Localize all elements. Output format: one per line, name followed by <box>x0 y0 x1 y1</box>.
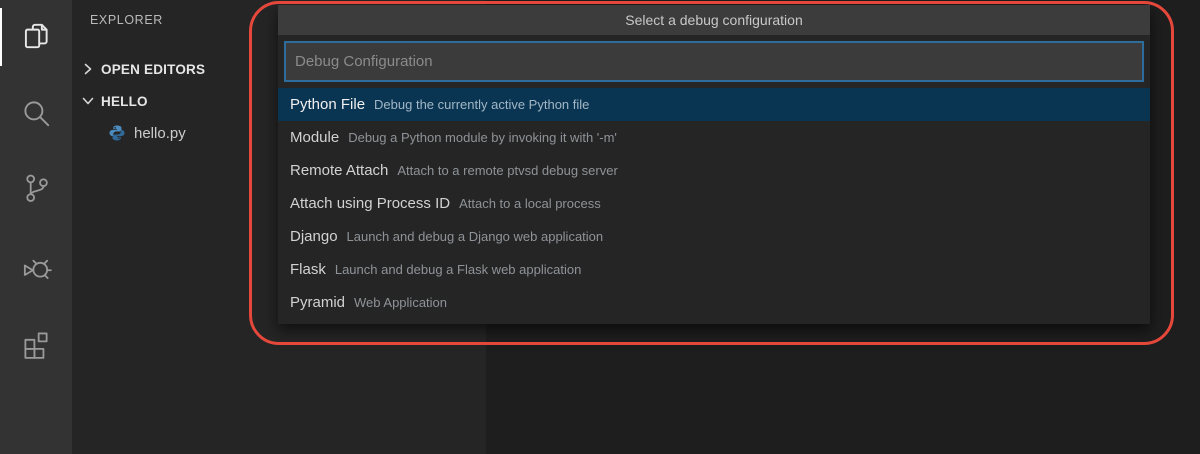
item-description: Debug a Python module by invoking it wit… <box>348 130 617 145</box>
section-label: HELLO <box>101 93 148 109</box>
item-label: Python File <box>290 96 366 113</box>
item-description: Attach to a remote ptvsd debug server <box>397 163 618 178</box>
quick-pick-item[interactable]: Django Launch and debug a Django web app… <box>278 220 1150 253</box>
quick-pick-title: Select a debug configuration <box>278 5 1150 35</box>
sidebar-title: EXPLORER <box>90 13 163 27</box>
item-description: Web Application <box>354 295 448 310</box>
item-description: Launch and debug a Django web applicatio… <box>346 229 604 244</box>
activity-bar <box>0 0 72 454</box>
item-label: Flask <box>290 261 326 278</box>
activity-bar-item-search[interactable] <box>0 77 72 149</box>
item-description: Debug the currently active Python file <box>374 97 590 112</box>
source-control-icon <box>26 174 48 202</box>
item-label: Pyramid <box>290 294 346 311</box>
quick-pick-item[interactable]: Remote Attach Attach to a remote ptvsd d… <box>278 154 1150 187</box>
activity-bar-item-run-debug[interactable] <box>0 230 72 302</box>
quick-pick: Select a debug configuration Python File… <box>278 5 1150 324</box>
file-name: hello.py <box>134 124 186 142</box>
item-label: Attach using Process ID <box>290 195 451 212</box>
search-icon <box>24 101 50 127</box>
quick-pick-item[interactable]: Python File Debug the currently active P… <box>278 88 1150 121</box>
quick-pick-list: Python File Debug the currently active P… <box>278 82 1150 324</box>
item-label: Module <box>290 129 340 146</box>
quick-pick-input-wrapper <box>278 35 1150 82</box>
debug-icon <box>23 259 52 280</box>
activity-bar-item-source-control[interactable] <box>0 152 72 224</box>
files-icon <box>24 23 48 49</box>
item-label: Remote Attach <box>290 162 389 179</box>
section-label: OPEN EDITORS <box>101 61 206 77</box>
chevron-right-icon <box>84 63 92 75</box>
activity-bar-item-explorer[interactable] <box>0 0 72 72</box>
chevron-down-icon <box>82 97 94 105</box>
vscode-window: EXPLORER OPEN EDITORS HELLO hello.py Sel… <box>0 0 1200 454</box>
python-icon <box>109 125 125 141</box>
quick-pick-item[interactable]: Flask Launch and debug a Flask web appli… <box>278 253 1150 286</box>
quick-pick-item[interactable]: Module Debug a Python module by invoking… <box>278 121 1150 154</box>
quick-pick-item[interactable]: Pyramid Web Application <box>278 286 1150 319</box>
item-description: Attach to a local process <box>459 196 601 211</box>
activity-bar-item-extensions[interactable] <box>0 307 72 379</box>
item-description: Launch and debug a Flask web application <box>334 262 582 277</box>
quick-pick-item[interactable]: Attach using Process ID Attach to a loca… <box>278 187 1150 220</box>
extensions-icon <box>24 332 48 359</box>
item-label: Django <box>290 228 338 245</box>
quick-pick-input[interactable] <box>284 41 1144 82</box>
